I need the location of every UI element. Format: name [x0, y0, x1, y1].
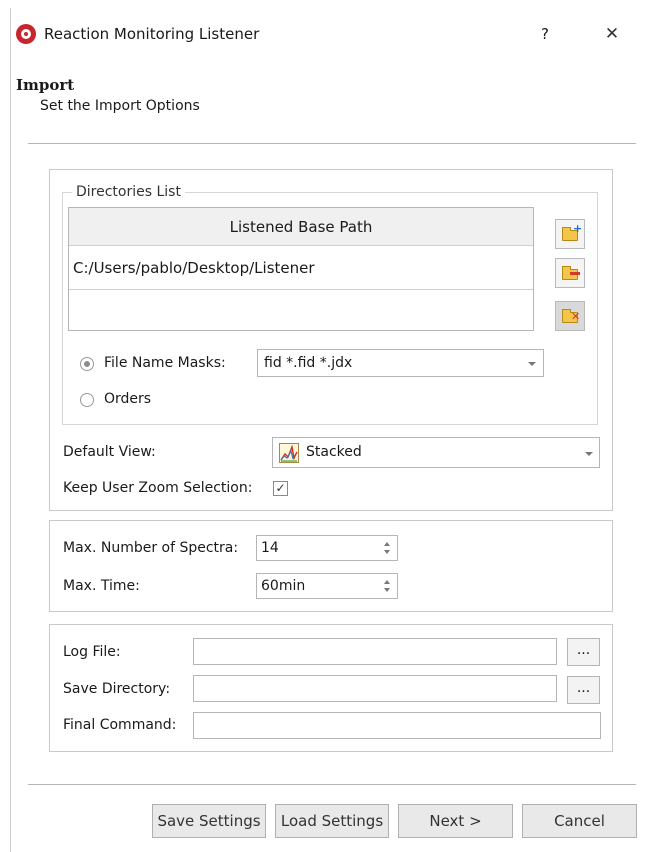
- file-masks-label: File Name Masks:: [104, 355, 226, 371]
- chevron-down-icon[interactable]: [585, 452, 593, 456]
- keep-zoom-label: Keep User Zoom Selection:: [63, 480, 253, 496]
- header-divider: [28, 143, 636, 144]
- save-directory-browse-button[interactable]: ...: [567, 676, 600, 704]
- spin-up-icon[interactable]: [384, 542, 390, 546]
- window-title: Reaction Monitoring Listener: [44, 25, 260, 43]
- max-time-label: Max. Time:: [63, 578, 140, 594]
- stacked-spectra-icon: [279, 443, 299, 463]
- chevron-down-icon[interactable]: [528, 362, 536, 366]
- close-button[interactable]: ✕: [600, 22, 624, 46]
- orders-radio[interactable]: [80, 393, 94, 407]
- table-header[interactable]: Listened Base Path: [69, 208, 533, 246]
- table-row[interactable]: C:/Users/pablo/Desktop/Listener: [69, 246, 533, 290]
- clear-directories-button[interactable]: ✕: [555, 301, 585, 331]
- max-spectra-value: 14: [261, 540, 279, 556]
- spin-down-icon[interactable]: [384, 588, 390, 592]
- footer-divider: [28, 784, 636, 785]
- orders-label: Orders: [104, 391, 152, 407]
- load-settings-button[interactable]: Load Settings: [275, 804, 389, 838]
- default-view-value: Stacked: [306, 444, 362, 460]
- log-file-browse-button[interactable]: ...: [567, 638, 600, 666]
- page-subtitle: Set the Import Options: [40, 98, 200, 114]
- save-directory-field[interactable]: [193, 675, 557, 702]
- final-command-field[interactable]: [193, 712, 601, 739]
- add-directory-button[interactable]: +: [555, 219, 585, 249]
- max-time-value: 60min: [261, 578, 306, 594]
- page-title: Import: [16, 76, 75, 94]
- save-settings-button[interactable]: Save Settings: [152, 804, 266, 838]
- max-spectra-label: Max. Number of Spectra:: [63, 540, 239, 556]
- final-command-label: Final Command:: [63, 717, 177, 733]
- app-logo-icon: [16, 24, 36, 44]
- remove-directory-button[interactable]: [555, 258, 585, 288]
- default-view-label: Default View:: [63, 444, 156, 460]
- log-file-field[interactable]: [193, 638, 557, 665]
- spin-down-icon[interactable]: [384, 550, 390, 554]
- spin-up-icon[interactable]: [384, 580, 390, 584]
- default-view-select[interactable]: Stacked: [272, 437, 600, 468]
- log-file-label: Log File:: [63, 644, 121, 660]
- directories-legend: Directories List: [72, 184, 185, 200]
- max-time-spinbox[interactable]: 60min: [256, 573, 398, 599]
- cancel-button[interactable]: Cancel: [522, 804, 637, 838]
- directories-table[interactable]: Listened Base Path C:/Users/pablo/Deskto…: [68, 207, 534, 331]
- file-masks-value: fid *.fid *.jdx: [264, 355, 353, 371]
- save-directory-label: Save Directory:: [63, 681, 171, 697]
- file-masks-radio[interactable]: [80, 357, 94, 371]
- file-masks-input[interactable]: fid *.fid *.jdx: [257, 349, 544, 377]
- next-button[interactable]: Next >: [398, 804, 513, 838]
- max-spectra-spinbox[interactable]: 14: [256, 535, 398, 561]
- keep-zoom-checkbox[interactable]: ✓: [273, 481, 288, 496]
- help-button[interactable]: ?: [533, 22, 557, 46]
